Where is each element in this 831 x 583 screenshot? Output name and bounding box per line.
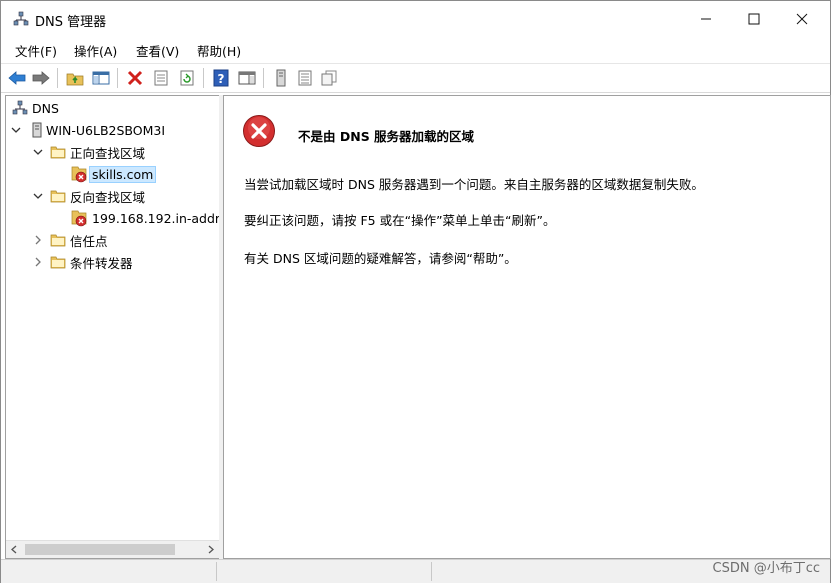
dns-app-icon bbox=[13, 11, 29, 26]
svg-text:?: ? bbox=[218, 72, 225, 86]
show-hide-action-icon bbox=[238, 71, 256, 85]
up-folder-button[interactable] bbox=[65, 68, 85, 88]
tree-node-server[interactable]: WIN-U6LB2SBOM3I bbox=[10, 120, 165, 140]
menu-view[interactable]: 查看(V) bbox=[134, 41, 181, 60]
status-separator bbox=[431, 562, 432, 581]
tree-node-trust-points[interactable]: 信任点 bbox=[32, 230, 108, 250]
help-icon: ? bbox=[213, 69, 229, 87]
forward-icon bbox=[32, 71, 50, 85]
tree-node-forward-zones[interactable]: 正向查找区域 bbox=[32, 142, 145, 162]
scroll-right-icon[interactable] bbox=[207, 545, 215, 554]
minimize-button[interactable] bbox=[683, 1, 729, 37]
close-icon bbox=[796, 13, 808, 25]
watermark: CSDN @小布丁cc bbox=[712, 561, 821, 576]
title-bar: DNS 管理器 bbox=[1, 1, 830, 37]
chevron-right-icon[interactable] bbox=[32, 256, 44, 268]
folder-icon bbox=[50, 234, 66, 247]
folder-icon bbox=[50, 190, 66, 203]
copy-button[interactable] bbox=[319, 68, 339, 88]
properties-button[interactable] bbox=[151, 68, 171, 88]
toolbar-separator bbox=[203, 68, 204, 88]
menu-file[interactable]: 文件(F) bbox=[13, 41, 59, 60]
tree-node-conditional-forwarders[interactable]: 条件转发器 bbox=[32, 252, 133, 272]
delete-button[interactable] bbox=[125, 68, 145, 88]
toolbar-separator bbox=[263, 68, 264, 88]
back-icon bbox=[8, 71, 26, 85]
folder-icon bbox=[50, 256, 66, 269]
error-message-1: 当尝试加载区域时 DNS 服务器遇到一个问题。来自主服务器的区域数据复制失败。 bbox=[244, 177, 704, 192]
error-title: 不是由 DNS 服务器加载的区域 bbox=[298, 129, 475, 144]
menu-bar: 文件(F) 操作(A) 查看(V) 帮助(H) bbox=[1, 39, 830, 61]
maximize-icon bbox=[748, 13, 760, 25]
chevron-right-icon[interactable] bbox=[32, 234, 44, 246]
scroll-left-icon[interactable] bbox=[10, 545, 18, 554]
refresh-icon bbox=[180, 70, 194, 86]
error-message-2: 要纠正该问题，请按 F5 或在“操作”菜单上单击“刷新”。 bbox=[244, 213, 556, 228]
properties-icon bbox=[154, 70, 168, 86]
tree-label: 正向查找区域 bbox=[70, 145, 146, 161]
chevron-down-icon[interactable] bbox=[32, 146, 44, 158]
tree-label: 条件转发器 bbox=[70, 255, 133, 271]
menu-action[interactable]: 操作(A) bbox=[72, 41, 119, 60]
minimize-icon bbox=[701, 18, 711, 20]
details-pane: 不是由 DNS 服务器加载的区域 当尝试加载区域时 DNS 服务器遇到一个问题。… bbox=[223, 95, 831, 559]
chevron-down-icon[interactable] bbox=[32, 190, 44, 202]
refresh-button[interactable] bbox=[177, 68, 197, 88]
error-message-3: 有关 DNS 区域问题的疑难解答，请参阅“帮助”。 bbox=[244, 251, 517, 266]
status-bar bbox=[1, 559, 830, 583]
toolbar-separator bbox=[57, 68, 58, 88]
zone-error-icon bbox=[71, 166, 87, 183]
window-title: DNS 管理器 bbox=[35, 15, 107, 30]
server-button[interactable] bbox=[271, 68, 291, 88]
horizontal-scrollbar[interactable] bbox=[6, 540, 219, 558]
delete-icon bbox=[127, 70, 143, 86]
tree-node-reverse-zones[interactable]: 反向查找区域 bbox=[32, 186, 145, 206]
status-separator bbox=[216, 562, 217, 581]
show-hide-tree-icon bbox=[92, 71, 110, 85]
folder-icon bbox=[50, 146, 66, 159]
menu-help[interactable]: 帮助(H) bbox=[195, 41, 243, 60]
dns-manager-window: DNS 管理器 文件(F) 操作(A) 查看(V) 帮助(H) ? DNS WI… bbox=[0, 0, 831, 583]
tree-label: DNS bbox=[32, 100, 59, 116]
tree-node-zone-skills[interactable]: skills.com bbox=[70, 164, 157, 184]
back-button[interactable] bbox=[7, 68, 27, 88]
error-icon bbox=[243, 115, 275, 147]
console-tree: DNS WIN-U6LB2SBOM3I 正向查找区域 skills.com 反向… bbox=[5, 95, 220, 559]
list-button[interactable] bbox=[295, 68, 315, 88]
server-icon bbox=[276, 69, 286, 87]
tree-label: skills.com bbox=[88, 165, 157, 183]
up-folder-icon bbox=[66, 73, 84, 86]
tree-label: WIN-U6LB2SBOM3I bbox=[46, 122, 166, 138]
scrollbar-thumb[interactable] bbox=[25, 544, 175, 555]
show-hide-action-pane-button[interactable] bbox=[237, 68, 257, 88]
tree-label: 199.168.192.in-addr.arpa bbox=[92, 210, 219, 226]
forward-button[interactable] bbox=[31, 68, 51, 88]
list-icon bbox=[298, 70, 312, 86]
dns-icon bbox=[12, 100, 28, 115]
toolbar-separator bbox=[117, 68, 118, 88]
close-button[interactable] bbox=[779, 1, 825, 37]
help-button[interactable]: ? bbox=[211, 68, 231, 88]
copy-icon bbox=[321, 70, 337, 86]
server-icon bbox=[32, 122, 42, 138]
toolbar: ? bbox=[1, 63, 830, 93]
show-hide-tree-button[interactable] bbox=[91, 68, 111, 88]
maximize-button[interactable] bbox=[731, 1, 777, 37]
zone-error-icon bbox=[71, 210, 87, 227]
tree-label: 信任点 bbox=[70, 233, 108, 249]
chevron-down-icon[interactable] bbox=[10, 124, 22, 136]
tree-label: 反向查找区域 bbox=[70, 189, 146, 205]
tree-node-dns[interactable]: DNS bbox=[12, 98, 59, 118]
tree-node-zone-reverse[interactable]: 199.168.192.in-addr.arpa bbox=[70, 208, 219, 228]
